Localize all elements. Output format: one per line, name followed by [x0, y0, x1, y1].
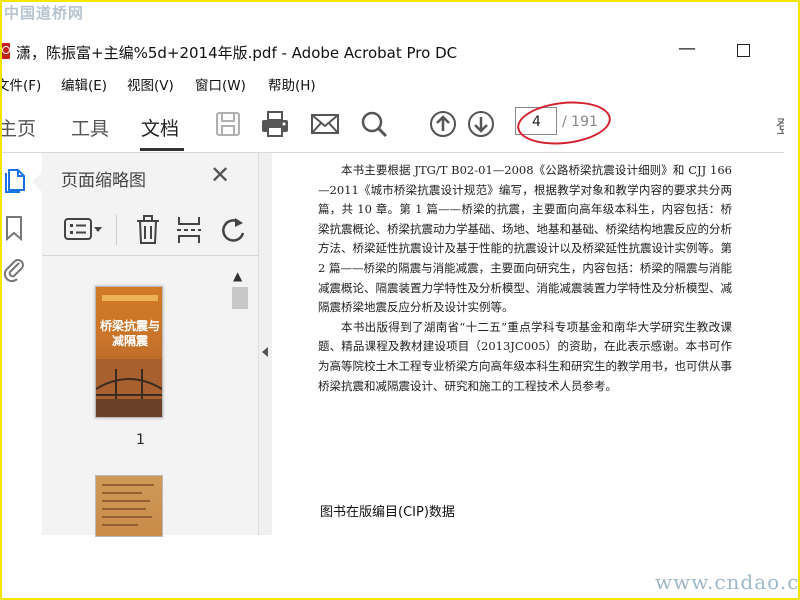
- watermark-bottom: www.cndao.com: [655, 570, 800, 594]
- menu-file[interactable]: 文件(F): [0, 74, 41, 94]
- active-tab-indicator: [140, 148, 184, 151]
- thumbnail-page-2[interactable]: [95, 475, 163, 537]
- panel-pointer: [32, 172, 42, 192]
- menu-bar: 文件(F) 编辑(E) 视图(V) 窗口(W) 帮助(H): [0, 72, 800, 94]
- maximize-icon[interactable]: [737, 44, 750, 57]
- collapse-panel-handle[interactable]: [258, 153, 273, 535]
- scroll-up-icon[interactable]: ▲: [233, 269, 242, 283]
- cip-heading: 图书在版编目(CIP)数据: [320, 505, 455, 520]
- thumb-text-line: [102, 524, 138, 526]
- thumb-text-line: [102, 500, 150, 502]
- collapse-arrow-icon: [262, 347, 268, 357]
- email-icon[interactable]: [309, 108, 341, 140]
- page-down-icon[interactable]: [465, 108, 497, 140]
- bridge-illustration: [96, 359, 162, 417]
- search-icon[interactable]: [358, 108, 390, 140]
- right-edge-strip: [784, 96, 800, 536]
- attachment-icon[interactable]: [2, 257, 28, 283]
- thumbnail-toolbar: [42, 205, 258, 256]
- scroll-thumb[interactable]: [232, 287, 248, 309]
- thumb-text-line: [102, 508, 146, 510]
- tab-home[interactable]: 主页: [0, 114, 36, 141]
- panel-title: 页面缩略图: [61, 171, 146, 191]
- toolbar-divider: [116, 215, 117, 245]
- thumbnail-page-number: 1: [136, 432, 145, 448]
- save-icon[interactable]: [212, 108, 244, 140]
- watermark-top: 中国道桥网: [4, 4, 85, 22]
- thumb-text-line: [102, 516, 152, 518]
- menu-window[interactable]: 窗口(W): [195, 74, 246, 94]
- rotate-icon[interactable]: [218, 215, 248, 245]
- minimize-icon[interactable]: —: [676, 38, 698, 60]
- print-icon[interactable]: [259, 108, 291, 140]
- cover-series-band: [102, 295, 158, 301]
- delete-icon[interactable]: [135, 215, 161, 245]
- window-title: 潇，陈振富+主编%5d+2014年版.pdf - Adobe Acrobat P…: [16, 44, 458, 62]
- tab-tools[interactable]: 工具: [71, 114, 109, 141]
- thumb-text-line: [102, 492, 142, 494]
- page-options-icon[interactable]: [64, 217, 104, 241]
- menu-help[interactable]: 帮助(H): [268, 74, 316, 94]
- document-view[interactable]: 本书主要根据 JTG/T B02-01—2008《公路桥梁抗震设计细则》和 CJ…: [272, 153, 784, 535]
- bookmark-icon[interactable]: [2, 215, 28, 241]
- page-thumbnails-icon[interactable]: [2, 167, 28, 193]
- menu-view[interactable]: 视图(V): [127, 74, 174, 94]
- thumbnail-scrollbar[interactable]: ▲: [230, 265, 248, 535]
- document-paragraph: 本书出版得到了湖南省“十二五”重点学科专项基金和南华大学研究生教改课题、精品课程…: [318, 319, 732, 393]
- acrobat-window: 中国道桥网 潇，陈振富+主编%5d+2014年版.pdf - Adobe Acr…: [0, 0, 800, 600]
- thumb-text-line: [102, 484, 154, 486]
- cover-title: 桥梁抗震与减隔震: [100, 319, 161, 348]
- document-paragraph: 本书主要根据 JTG/T B02-01—2008《公路桥梁抗震设计细则》和 CJ…: [318, 163, 732, 315]
- page-up-icon[interactable]: [427, 108, 459, 140]
- menu-edit[interactable]: 编辑(E): [61, 74, 107, 94]
- title-bar: 潇，陈振富+主编%5d+2014年版.pdf - Adobe Acrobat P…: [0, 34, 800, 70]
- document-body: 本书主要根据 JTG/T B02-01—2008《公路桥梁抗震设计细则》和 CJ…: [318, 161, 732, 396]
- thumbnail-page-1[interactable]: 桥梁抗震与减隔震: [95, 286, 163, 418]
- tab-document[interactable]: 文档: [141, 114, 179, 141]
- page-thumbnails-panel: 页面缩略图 ✕ ▲ 桥梁抗震与减隔震 1: [42, 153, 258, 537]
- navigation-rail: [0, 153, 43, 535]
- close-icon[interactable]: ✕: [210, 163, 230, 187]
- extract-icon[interactable]: [176, 215, 202, 245]
- main-toolbar: 主页 工具 文档: [0, 96, 784, 153]
- acrobat-pdf-icon: [0, 43, 10, 59]
